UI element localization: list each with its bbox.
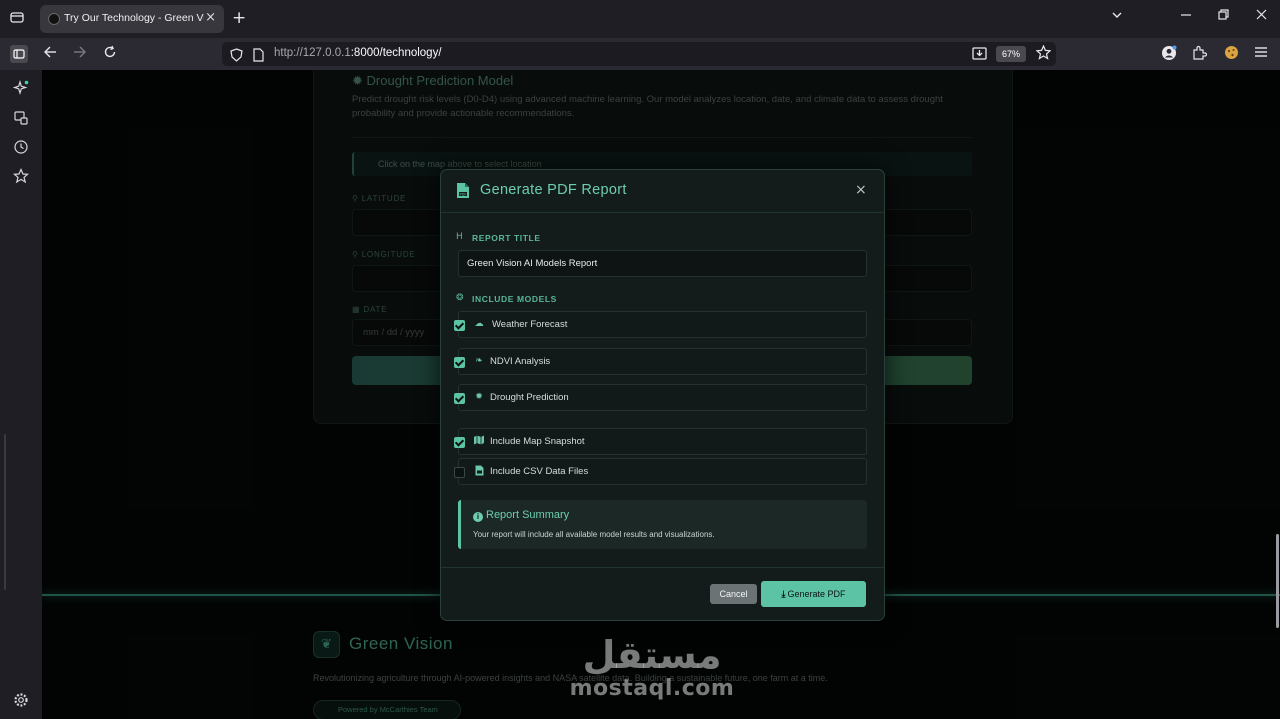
download-icon: ⤓ bbox=[781, 588, 786, 599]
tab-close-icon[interactable]: × bbox=[205, 10, 216, 25]
tab-title: Try Our Technology - Green Visi bbox=[64, 12, 204, 24]
option-ndvi-analysis[interactable]: ❧ NDVI Analysis bbox=[454, 348, 867, 375]
map-snapshot-label: Include Map Snapshot bbox=[490, 436, 585, 447]
map-icon bbox=[473, 435, 485, 447]
sidebar-toggle-icon[interactable] bbox=[10, 45, 28, 63]
history-clock-icon[interactable] bbox=[12, 139, 30, 157]
extension-cookie-icon[interactable] bbox=[1222, 45, 1240, 63]
summary-text: Your report will include all available m… bbox=[473, 530, 715, 539]
modal-footer-divider bbox=[441, 567, 884, 568]
csv-files-checkbox[interactable] bbox=[454, 467, 465, 478]
url-bar[interactable]: http://127.0.0.1:8000/technology/ bbox=[222, 42, 1056, 66]
pdf-report-modal: PDF Generate PDF Report × H REPORT TITLE… bbox=[440, 169, 885, 621]
watermark-arabic: مستقل bbox=[582, 633, 722, 677]
option-map-snapshot[interactable]: Include Map Snapshot bbox=[454, 428, 867, 455]
browser-tab-bar: Try Our Technology - Green Visi × + bbox=[0, 0, 1280, 38]
modal-title: Generate PDF Report bbox=[480, 182, 627, 198]
sidebar-resize-handle[interactable] bbox=[4, 434, 6, 590]
option-weather-forecast[interactable]: ☁ Weather Forecast bbox=[454, 311, 867, 338]
restore-icon[interactable] bbox=[1218, 9, 1229, 25]
include-models-label: INCLUDE MODELS bbox=[472, 294, 557, 304]
shield-icon[interactable] bbox=[230, 47, 243, 66]
url-path: :8000/technology/ bbox=[350, 47, 442, 59]
ai-sparkle-icon[interactable] bbox=[12, 79, 30, 98]
new-tab-button[interactable]: + bbox=[232, 8, 246, 28]
modal-header: PDF Generate PDF Report × bbox=[441, 170, 884, 213]
account-icon[interactable] bbox=[1160, 45, 1178, 63]
menu-hamburger-icon[interactable] bbox=[1252, 45, 1270, 63]
screen: Try Our Technology - Green Visi × + http… bbox=[0, 0, 1280, 719]
bookmarks-star-icon[interactable] bbox=[12, 168, 30, 186]
minimize-icon[interactable] bbox=[1181, 9, 1191, 25]
ndvi-analysis-label: NDVI Analysis bbox=[490, 356, 551, 367]
tab-list-icon[interactable] bbox=[8, 9, 26, 27]
summary-title: i Report Summary bbox=[473, 509, 569, 522]
cancel-button[interactable]: Cancel bbox=[710, 584, 757, 604]
browser-tab-active[interactable]: Try Our Technology - Green Visi × bbox=[40, 5, 224, 33]
reload-icon[interactable] bbox=[101, 45, 119, 63]
modal-close-icon[interactable]: × bbox=[855, 182, 867, 198]
report-title-input[interactable] bbox=[458, 250, 867, 277]
weather-forecast-label: Weather Forecast bbox=[492, 319, 568, 330]
heading-icon: H bbox=[456, 232, 463, 242]
csv-file-icon bbox=[473, 465, 485, 477]
close-window-icon[interactable] bbox=[1256, 9, 1267, 25]
cloud-sun-icon: ☁ bbox=[474, 319, 484, 329]
report-title-label: REPORT TITLE bbox=[472, 233, 541, 243]
zoom-level-badge[interactable]: 67% bbox=[996, 46, 1026, 62]
page-scrollbar[interactable] bbox=[1276, 534, 1279, 628]
option-csv-files[interactable]: Include CSV Data Files bbox=[454, 458, 867, 485]
browser-sidebar bbox=[0, 70, 42, 719]
svg-text:PDF: PDF bbox=[459, 192, 466, 196]
url-text: http://127.0.0.1:8000/technology/ bbox=[274, 47, 442, 59]
settings-gear-icon[interactable] bbox=[12, 692, 30, 710]
tab-overflow-chevron-icon[interactable] bbox=[1111, 9, 1123, 25]
extensions-icon[interactable] bbox=[1190, 45, 1208, 63]
ndvi-analysis-checkbox[interactable] bbox=[454, 357, 465, 368]
option-drought-prediction[interactable]: ✹ Drought Prediction bbox=[454, 384, 867, 411]
url-host: http://127.0.0.1 bbox=[274, 47, 351, 59]
leaf-icon: ❧ bbox=[475, 356, 483, 366]
map-snapshot-checkbox[interactable] bbox=[454, 437, 465, 448]
watermark-latin: mostaql.com bbox=[569, 676, 735, 701]
page-info-icon[interactable] bbox=[252, 47, 264, 66]
generate-pdf-button[interactable]: ⤓ Generate PDF bbox=[761, 581, 866, 607]
report-summary: i Report Summary Your report will include… bbox=[458, 500, 867, 549]
forward-arrow-icon[interactable] bbox=[71, 45, 89, 63]
back-arrow-icon[interactable] bbox=[41, 45, 59, 63]
favicon-icon bbox=[48, 13, 60, 25]
brain-icon: ❂ bbox=[456, 293, 464, 303]
summary-title-text: Report Summary bbox=[486, 509, 570, 521]
sun-icon: ✹ bbox=[475, 392, 483, 402]
bookmark-star-icon[interactable] bbox=[1034, 44, 1052, 63]
page-content: ✹ Drought Prediction Model Predict droug… bbox=[42, 70, 1280, 719]
pdf-file-icon: PDF bbox=[456, 182, 470, 199]
info-circle-icon: i bbox=[473, 512, 483, 522]
download-icon[interactable] bbox=[972, 46, 987, 65]
csv-files-label: Include CSV Data Files bbox=[490, 466, 589, 477]
generate-pdf-label: Generate PDF bbox=[787, 588, 846, 599]
weather-forecast-checkbox[interactable] bbox=[454, 320, 465, 331]
watermark: مستقل mostaql.com bbox=[562, 633, 742, 701]
drought-prediction-label: Drought Prediction bbox=[490, 392, 569, 403]
drought-prediction-checkbox[interactable] bbox=[454, 393, 465, 404]
browser-nav-bar: http://127.0.0.1:8000/technology/ 67% bbox=[0, 38, 1280, 70]
synced-tabs-icon[interactable] bbox=[12, 110, 30, 128]
